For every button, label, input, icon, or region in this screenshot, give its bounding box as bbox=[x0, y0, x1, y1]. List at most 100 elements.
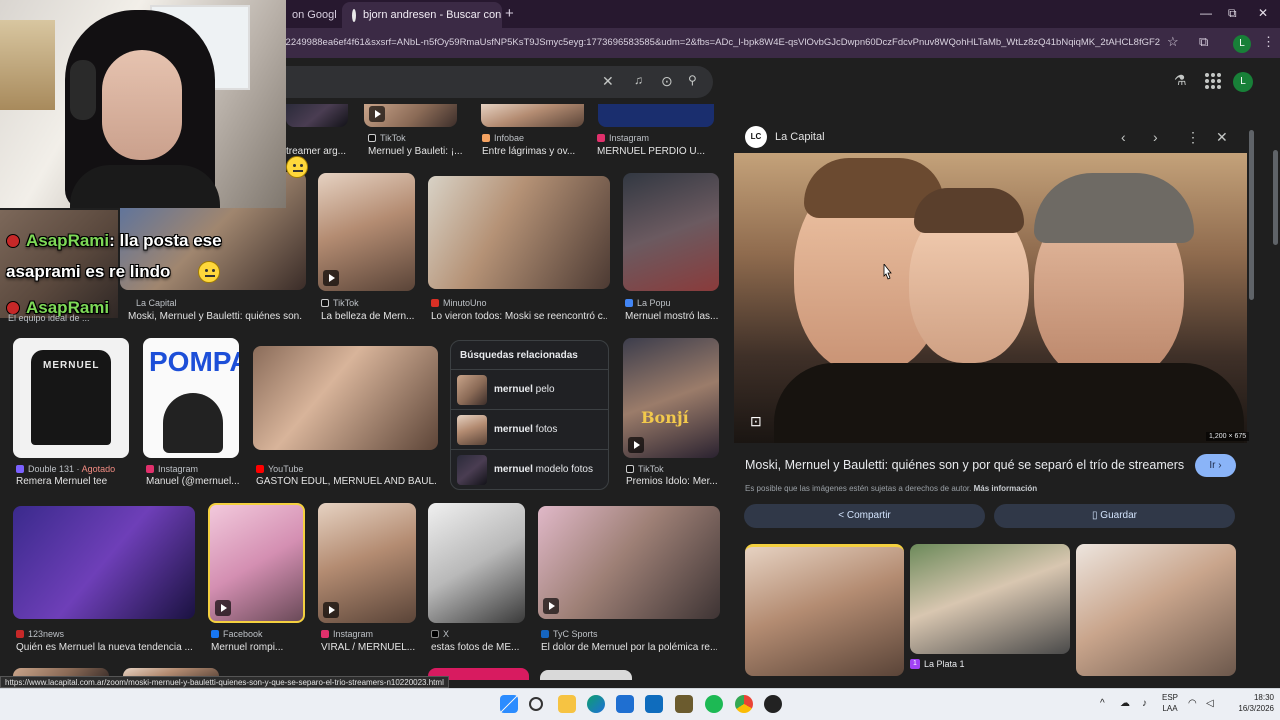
google-account-avatar[interactable]: L bbox=[1233, 72, 1253, 92]
related-image[interactable] bbox=[1076, 544, 1236, 676]
labs-icon[interactable]: ⚗ bbox=[1174, 72, 1187, 89]
result-caption[interactable]: El dolor de Mernuel por la polémica re..… bbox=[541, 642, 717, 653]
result-source: X bbox=[431, 629, 449, 639]
result-thumbnail[interactable]: Bonjí bbox=[623, 338, 719, 458]
clear-icon[interactable]: ✕ bbox=[602, 73, 614, 90]
lens-icon[interactable]: ⊡ bbox=[750, 413, 762, 430]
close-window-button[interactable]: ✕ bbox=[1258, 6, 1268, 20]
restore-button[interactable]: ⧉ bbox=[1228, 6, 1237, 21]
result-thumbnail[interactable] bbox=[286, 104, 348, 127]
chat-message: AsapRami: lla posta ese bbox=[6, 231, 222, 251]
chevron-up-icon[interactable]: ^ bbox=[1100, 698, 1105, 709]
volume-icon[interactable]: ◁ bbox=[1206, 698, 1214, 709]
app-icon[interactable] bbox=[675, 695, 693, 713]
emoji-icon bbox=[286, 156, 308, 178]
result-caption[interactable]: Mernuel rompi... bbox=[211, 642, 305, 653]
visit-button[interactable]: Ir › bbox=[1195, 454, 1236, 477]
chevron-left-icon[interactable]: ‹ bbox=[1121, 129, 1126, 145]
result-caption[interactable]: Mernuel y Bauleti: ¡... bbox=[368, 146, 464, 157]
result-thumbnail[interactable]: MERNUEL bbox=[13, 338, 129, 458]
result-caption[interactable]: La belleza de Mern... bbox=[321, 311, 415, 322]
clock[interactable]: 18:30 16/3/2026 bbox=[1226, 692, 1274, 714]
result-thumbnail[interactable] bbox=[623, 173, 719, 291]
result-thumbnail[interactable] bbox=[481, 104, 584, 127]
bookmark-icon: ▯ bbox=[1092, 510, 1098, 521]
result-caption[interactable]: VIRAL / MERNUEL... bbox=[321, 642, 415, 653]
save-button[interactable]: ▯ Guardar bbox=[994, 504, 1235, 528]
related-search-item[interactable]: mernuel fotos bbox=[451, 409, 608, 449]
star-icon[interactable]: ☆ bbox=[1167, 34, 1179, 50]
result-source: La Capital bbox=[136, 298, 177, 308]
more-info-link[interactable]: Más información bbox=[974, 484, 1038, 493]
lens-icon[interactable]: ⊙ bbox=[661, 73, 673, 90]
close-icon[interactable]: ✕ bbox=[1216, 129, 1228, 146]
extensions-icon[interactable]: ⧉ bbox=[1199, 34, 1208, 50]
wifi-icon[interactable]: ◠ bbox=[1188, 698, 1197, 709]
result-caption[interactable]: Premios Ídolo: Mer... bbox=[626, 476, 720, 487]
result-caption[interactable]: Remera Mernuel tee bbox=[16, 476, 130, 487]
mic-icon[interactable]: ♪ bbox=[1142, 698, 1147, 709]
related-search-item[interactable]: mernuel modelo fotos bbox=[451, 449, 608, 489]
profile-avatar[interactable]: L bbox=[1233, 35, 1251, 53]
new-tab-button[interactable]: + bbox=[505, 5, 514, 22]
file-explorer-icon[interactable] bbox=[558, 695, 576, 713]
windows-start-icon[interactable] bbox=[500, 695, 518, 713]
mail-icon[interactable] bbox=[645, 695, 663, 713]
result-thumbnail[interactable] bbox=[598, 104, 714, 127]
search-icon[interactable] bbox=[529, 697, 543, 711]
result-thumbnail[interactable] bbox=[318, 173, 415, 291]
spotify-icon[interactable] bbox=[705, 695, 723, 713]
page-scrollbar[interactable] bbox=[1273, 150, 1278, 245]
result-thumbnail[interactable] bbox=[208, 503, 305, 623]
result-caption[interactable]: Entre lágrimas y ov... bbox=[482, 146, 588, 157]
search-input[interactable] bbox=[280, 66, 713, 98]
search-icon[interactable]: ⚲ bbox=[688, 73, 697, 87]
preview-image[interactable] bbox=[734, 153, 1247, 443]
result-caption[interactable]: Lo vieron todos: Moski se reencontró c..… bbox=[431, 311, 607, 322]
minimize-button[interactable]: — bbox=[1200, 6, 1212, 20]
related-image-source: La Plata 1 bbox=[924, 659, 965, 669]
more-options-icon[interactable]: ⋮ bbox=[1186, 129, 1200, 146]
result-source: TyC Sports bbox=[541, 629, 598, 639]
related-image[interactable] bbox=[745, 544, 904, 676]
result-thumbnail[interactable] bbox=[13, 506, 195, 619]
result-caption[interactable]: GASTÓN EDUL, MERNUEL AND BAUL... bbox=[256, 476, 436, 487]
tab-google[interactable]: on Googl × bbox=[282, 2, 342, 28]
share-button[interactable]: < Compartir bbox=[744, 504, 985, 528]
result-thumbnail[interactable] bbox=[364, 104, 457, 127]
result-thumbnail[interactable] bbox=[540, 670, 632, 680]
result-caption[interactable]: Manuel (@mernuel... bbox=[146, 476, 240, 487]
result-caption[interactable]: El equipo ideal de ... bbox=[8, 313, 90, 323]
menu-icon[interactable]: ⋮ bbox=[1262, 34, 1275, 50]
status-url: https://www.lacapital.com.ar/zoom/moski-… bbox=[0, 676, 449, 688]
tab-title: bjorn andresen - Buscar con Go bbox=[363, 9, 502, 21]
chevron-right-icon[interactable]: › bbox=[1153, 129, 1158, 145]
mic-icon[interactable]: ♫ bbox=[634, 73, 643, 87]
related-search-item[interactable]: mernuel pelo bbox=[451, 369, 608, 409]
network-icon[interactable]: ☁ bbox=[1120, 698, 1130, 709]
result-caption[interactable]: estas fotos de ME... bbox=[431, 642, 525, 653]
edge-icon[interactable] bbox=[587, 695, 605, 713]
tab-bjorn-search[interactable]: bjorn andresen - Buscar con Go × bbox=[342, 2, 502, 28]
preview-title[interactable]: Moski, Mernuel y Bauletti: quiénes son y… bbox=[745, 458, 1185, 472]
result-caption[interactable]: Mernuel mostró las... bbox=[625, 311, 720, 322]
store-icon[interactable] bbox=[616, 695, 634, 713]
site-name[interactable]: La Capital bbox=[775, 131, 825, 143]
result-caption[interactable]: Quién es Mernuel la nueva tendencia ... bbox=[16, 642, 196, 653]
result-thumbnail[interactable] bbox=[318, 503, 416, 623]
apps-grid-icon[interactable] bbox=[1205, 73, 1221, 89]
language-indicator[interactable]: ESP LAA bbox=[1162, 692, 1178, 714]
result-caption[interactable]: Moski, Mernuel y Bauletti: quiénes son..… bbox=[128, 311, 302, 322]
result-thumbnail[interactable] bbox=[428, 176, 610, 289]
result-thumbnail[interactable] bbox=[538, 506, 720, 619]
related-image[interactable] bbox=[910, 544, 1070, 654]
result-caption[interactable]: MERNUEL PERDIÓ U... bbox=[597, 146, 717, 157]
thumb-overlay-text: Bonjí bbox=[641, 408, 689, 427]
panel-scrollbar[interactable] bbox=[1249, 130, 1254, 300]
result-thumbnail[interactable] bbox=[253, 346, 438, 450]
address-bar[interactable]: =2249988ea6ef4f61&sxsrf=ANbL-n5fOy59RmaU… bbox=[280, 33, 1160, 53]
obs-icon[interactable] bbox=[764, 695, 782, 713]
result-thumbnail[interactable] bbox=[428, 503, 525, 623]
result-thumbnail[interactable]: POMPA bbox=[143, 338, 239, 458]
chrome-icon[interactable] bbox=[735, 695, 753, 713]
